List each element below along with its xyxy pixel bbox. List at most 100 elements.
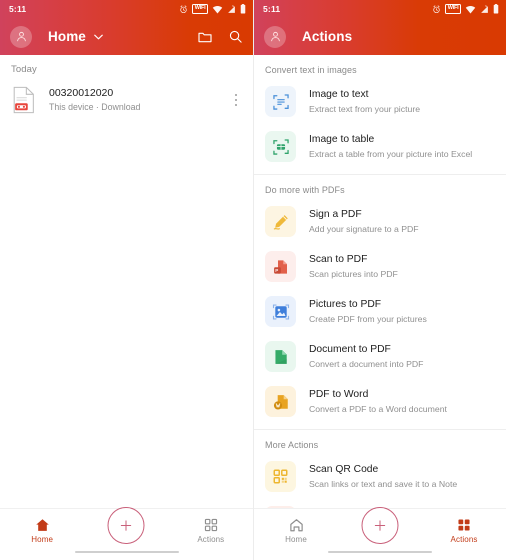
battery-icon — [240, 4, 246, 14]
today-section-label: Today — [11, 64, 37, 75]
action-item-text: Scan QR Code Scan links or text and save… — [309, 463, 457, 490]
status-icons: WIFI — [432, 4, 499, 14]
alarm-icon — [433, 4, 440, 13]
nav-item-home[interactable]: Home — [254, 509, 338, 544]
create-button[interactable] — [361, 507, 399, 544]
nav-item-actions[interactable]: Actions — [169, 509, 253, 544]
actions-grid-icon — [204, 518, 217, 532]
file-location: This device · Download — [49, 102, 141, 113]
search-icon[interactable] — [228, 29, 243, 44]
action-subtitle: Create PDF from your pictures — [309, 313, 427, 324]
page-title: Actions — [302, 29, 352, 44]
action-title: Scan to PDF — [309, 253, 368, 265]
list-item-text: 00320012020 This device · Download — [49, 86, 228, 114]
section-label-pdfs: Do more with PDFs — [265, 185, 345, 195]
file-name: 00320012020 — [49, 87, 114, 100]
scan-to-pdf-icon: P — [265, 251, 296, 282]
pictures-to-pdf-icon — [265, 296, 296, 327]
avatar[interactable] — [10, 25, 32, 48]
action-item-pictures-to-pdf[interactable]: Pictures to PDF Create PDF from your pic… — [254, 289, 506, 334]
alarm-icon — [180, 4, 187, 13]
page-title[interactable]: Home — [48, 29, 103, 44]
action-item-sign-a-pdf[interactable]: Sign a PDF Add your signature to a PDF — [254, 199, 506, 244]
plus-icon — [121, 520, 132, 531]
home-content: Today 00320012020 This device · Download — [0, 55, 253, 508]
page-title-text: Home — [48, 29, 86, 44]
plus-icon — [374, 520, 386, 531]
home-screen: 5:11 WIFI Home Today 00320012020 This de… — [0, 0, 253, 560]
action-subtitle: Convert a PDF to a Word document — [309, 403, 447, 414]
action-subtitle: Scan links or text and save it to a Note — [309, 478, 458, 489]
status-time: 5:11 — [9, 4, 27, 14]
wifi-icon — [465, 5, 476, 14]
action-subtitle: Scan pictures into PDF — [309, 268, 398, 279]
image-to-text-icon — [265, 86, 296, 117]
pdf-to-word-icon — [265, 386, 296, 417]
page-title-text: Actions — [302, 29, 353, 44]
action-item-scan-qr-code[interactable]: Scan QR Code Scan links or text and save… — [254, 454, 506, 499]
overflow-menu-icon[interactable] — [228, 94, 244, 106]
home-app-bar: Home — [0, 18, 253, 55]
nav-item-actions-label: Actions — [197, 535, 225, 544]
home-icon — [289, 519, 303, 532]
nav-item-actions-label: Actions — [450, 535, 478, 544]
app-bar-actions — [197, 29, 243, 45]
bottom-navigation: Home Actions — [0, 507, 253, 560]
nav-item-home[interactable]: Home — [0, 509, 84, 544]
qr-code-icon — [265, 461, 296, 492]
action-item-pdf-to-word[interactable]: PDF to Word Convert a PDF to a Word docu… — [254, 379, 506, 424]
signal-icon — [228, 5, 235, 13]
image-to-table-icon — [265, 131, 296, 162]
actions-grid-icon — [458, 519, 470, 531]
section-label-convert-text: Convert text in images — [265, 65, 357, 75]
actions-screen: 5:11 WIFI Actions Convert text in images… — [253, 0, 506, 560]
bottom-navigation: Home Actions — [254, 507, 506, 560]
action-title: PDF to Word — [309, 388, 369, 400]
account-avatar-icon — [270, 31, 280, 42]
nav-item-home-label: Home — [31, 535, 54, 544]
dual-screenshot-container: 5:11 WIFI Home Today 00320012020 This de… — [0, 0, 506, 560]
home-indicator — [74, 550, 179, 553]
actions-app-bar: Actions — [254, 18, 506, 55]
action-title: Image to table — [309, 133, 375, 145]
status-bar: 5:11 WIFI — [254, 0, 506, 18]
action-item-document-to-pdf[interactable]: Document to PDF Convert a document into … — [254, 334, 506, 379]
action-item-text: Image to table Extract a table from your… — [309, 133, 472, 160]
action-item-image-to-table[interactable]: Image to table Extract a table from your… — [254, 124, 506, 169]
action-title: Sign a PDF — [309, 208, 362, 220]
home-indicator — [328, 550, 432, 553]
nav-item-actions[interactable]: Actions — [422, 509, 506, 544]
wifi-icon — [212, 5, 223, 14]
action-subtitle: Extract text from your picture — [309, 103, 421, 114]
action-title: Pictures to PDF — [309, 298, 382, 310]
status-icons: WIFI — [179, 4, 246, 14]
action-subtitle: Convert a document into PDF — [309, 358, 424, 369]
action-item-text: Sign a PDF Add your signature to a PDF — [309, 208, 419, 235]
create-button[interactable] — [107, 507, 145, 544]
wifi-calling-badge: WIFI — [192, 4, 208, 14]
action-item-image-to-text[interactable]: Image to text Extract text from your pic… — [254, 79, 506, 124]
folder-icon[interactable] — [197, 29, 213, 45]
action-item-text: Pictures to PDF Create PDF from your pic… — [309, 298, 427, 325]
pen-signature-icon — [265, 206, 296, 237]
chevron-down-icon — [93, 34, 103, 40]
battery-icon — [493, 4, 499, 14]
action-title: Scan QR Code — [309, 463, 379, 475]
action-item-scan-to-pdf[interactable]: P Scan to PDF Scan pictures into PDF — [254, 244, 506, 289]
action-title: Image to text — [309, 88, 369, 100]
signal-icon — [481, 5, 488, 13]
status-time: 5:11 — [263, 4, 281, 14]
action-item-text: Document to PDF Convert a document into … — [309, 343, 423, 370]
wifi-calling-badge: WIFI — [445, 4, 461, 14]
section-label-more-actions: More Actions — [265, 440, 319, 450]
avatar[interactable] — [264, 25, 286, 48]
action-subtitle: Add your signature to a PDF — [309, 223, 419, 234]
action-item-text: Image to text Extract text from your pic… — [309, 88, 420, 115]
document-to-pdf-icon — [265, 341, 296, 372]
nav-item-home-label: Home — [285, 535, 307, 544]
action-subtitle: Extract a table from your picture into E… — [309, 148, 473, 159]
action-title: Document to PDF — [309, 343, 391, 355]
list-item[interactable]: 00320012020 This device · Download — [0, 81, 253, 119]
actions-content: Convert text in images Image to text Ext… — [254, 55, 506, 508]
svg-text:P: P — [275, 267, 278, 272]
